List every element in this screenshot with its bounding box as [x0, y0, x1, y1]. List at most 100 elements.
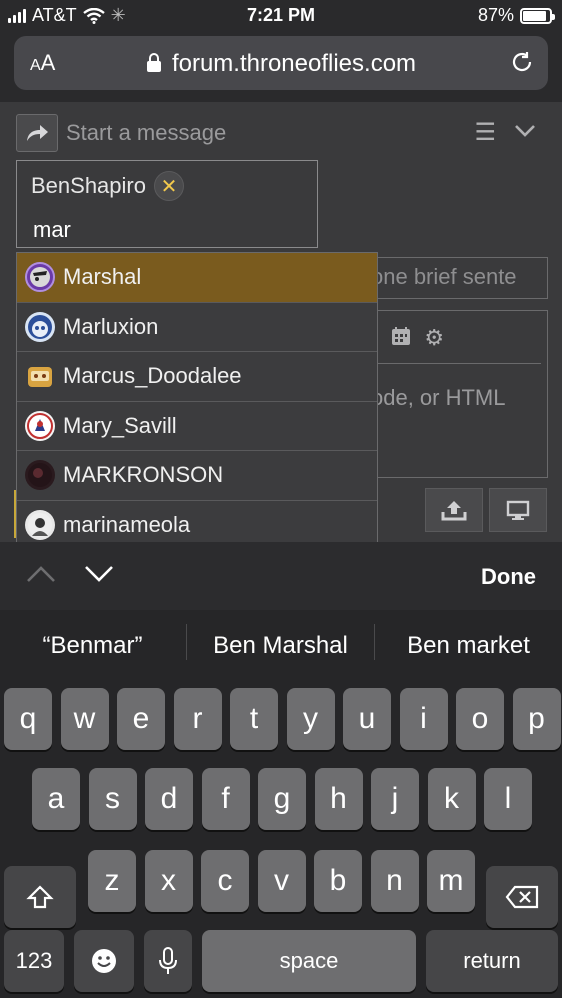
upload-icon [441, 501, 467, 521]
editor-toolbar: ) ⚙ [371, 325, 444, 353]
predictive-bar: “Benmar” Ben Marshal Ben market [0, 610, 562, 676]
key-u[interactable]: u [343, 688, 391, 750]
address-bar[interactable]: AA forum.throneoflies.com [14, 36, 548, 90]
key-t[interactable]: t [230, 688, 278, 750]
gear-icon[interactable]: ⚙ [424, 325, 444, 353]
space-key[interactable]: space [202, 930, 416, 992]
key-i[interactable]: i [399, 688, 448, 750]
url-text: forum.throneoflies.com [171, 50, 417, 77]
done-button[interactable]: Done [481, 564, 536, 590]
emoji-key[interactable] [74, 930, 134, 992]
avatar [25, 311, 55, 342]
reload-icon[interactable] [510, 50, 534, 81]
return-key[interactable]: return [426, 930, 558, 992]
subject-input[interactable]: one brief sente [370, 257, 548, 299]
option-label: marinameola [63, 512, 191, 538]
key-v[interactable]: v [257, 850, 306, 912]
preview-button[interactable] [489, 488, 547, 532]
status-bar: AT&T ✳ 7:21 PM 87% [0, 0, 562, 32]
avatar [25, 460, 55, 491]
autocomplete-option[interactable]: Mary_Savill [17, 402, 377, 451]
upload-button[interactable] [425, 488, 483, 532]
composer-header: Start a message ☰ [16, 112, 546, 152]
key-r[interactable]: r [173, 688, 222, 750]
key-o[interactable]: o [456, 688, 504, 750]
share-arrow-icon [27, 125, 48, 141]
option-label: Marcus_Doodalee [63, 363, 242, 389]
shift-icon [26, 885, 54, 909]
avatar [25, 361, 55, 391]
recipients-field[interactable]: BenShapiro ✕ mar [16, 160, 318, 248]
key-s[interactable]: s [88, 768, 137, 830]
next-field-icon[interactable] [84, 558, 114, 590]
keyboard: “Benmar” Ben Marshal Ben market qwertyui… [0, 610, 562, 998]
recipient-chip: BenShapiro ✕ [31, 171, 184, 201]
autocomplete-option[interactable]: Marshal [17, 253, 377, 303]
battery-group: 87% [477, 5, 555, 26]
battery-icon [520, 7, 555, 24]
suggestion-divider [186, 624, 187, 660]
url-display[interactable]: forum.throneoflies.com [14, 50, 548, 78]
editor-divider [371, 363, 541, 364]
suggestion[interactable]: Ben Marshal [188, 632, 373, 660]
calendar-icon[interactable] [390, 325, 412, 353]
key-f[interactable]: f [201, 768, 250, 830]
key-e[interactable]: e [117, 688, 165, 750]
key-g[interactable]: g [258, 768, 306, 830]
key-n[interactable]: n [370, 850, 419, 912]
key-a[interactable]: a [32, 768, 80, 830]
suggestion[interactable]: “Benmar” [0, 632, 185, 660]
option-label: Marshal [63, 264, 142, 290]
recipient-autocomplete: Marshal Marluxion Marcus_Doodalee Mary_S… [16, 252, 378, 542]
suggestion-divider [374, 624, 375, 660]
menu-icon[interactable]: ☰ [474, 118, 496, 147]
option-label: MARKRONSON [63, 462, 224, 488]
previous-field-icon[interactable] [26, 558, 56, 590]
monitor-icon [506, 500, 530, 520]
key-c[interactable]: c [201, 850, 249, 912]
option-label: Marluxion [63, 313, 159, 339]
key-j[interactable]: j [371, 768, 419, 830]
key-y[interactable]: y [286, 688, 335, 750]
backspace-icon [505, 885, 539, 909]
browser-top-bar: AT&T ✳ 7:21 PM 87% AA forum.throneoflies… [0, 0, 562, 102]
autocomplete-option[interactable]: MARKRONSON [17, 451, 377, 501]
collapse-chevron-icon[interactable] [514, 118, 536, 144]
keyboard-accessory-bar: Done [0, 542, 562, 610]
key-k[interactable]: k [427, 768, 476, 830]
composer-page: Start a message ☰ BenShapiro ✕ mar one b… [0, 102, 562, 542]
autocomplete-option[interactable]: marinameola [17, 501, 377, 543]
avatar [25, 262, 55, 293]
autocomplete-option[interactable]: Marcus_Doodalee [17, 352, 377, 402]
share-button[interactable] [16, 114, 58, 152]
option-label: Mary_Savill [63, 412, 177, 438]
key-z[interactable]: z [88, 850, 136, 912]
composer-title: Start a message [66, 120, 227, 145]
editor-placeholder: ode, or HTML [371, 385, 506, 410]
avatar [25, 410, 55, 441]
key-w[interactable]: w [60, 688, 109, 750]
key-d[interactable]: d [145, 768, 193, 830]
avatar [25, 510, 55, 541]
key-h[interactable]: h [314, 768, 363, 830]
key-b[interactable]: b [314, 850, 362, 912]
key-q[interactable]: q [4, 688, 52, 750]
emoji-face-icon [92, 949, 116, 973]
dictation-key[interactable] [144, 930, 192, 992]
key-p[interactable]: p [512, 688, 561, 750]
suggestion[interactable]: Ben market [376, 632, 561, 660]
shift-key[interactable] [4, 866, 76, 928]
key-x[interactable]: x [144, 850, 193, 912]
battery-percent: 87% [477, 5, 514, 25]
recipient-input[interactable]: mar [33, 217, 71, 243]
message-editor[interactable]: ) ⚙ ode, or HTML [370, 310, 548, 478]
microphone-icon [159, 947, 177, 974]
remove-recipient-icon[interactable]: ✕ [153, 171, 184, 201]
key-m[interactable]: m [427, 850, 475, 912]
numbers-key[interactable]: 123 [4, 930, 64, 992]
autocomplete-option[interactable]: Marluxion [17, 303, 377, 352]
delete-key[interactable] [486, 866, 558, 928]
key-l[interactable]: l [484, 768, 532, 830]
recipient-chip-label: BenShapiro [31, 173, 146, 198]
lock-icon [146, 53, 161, 72]
